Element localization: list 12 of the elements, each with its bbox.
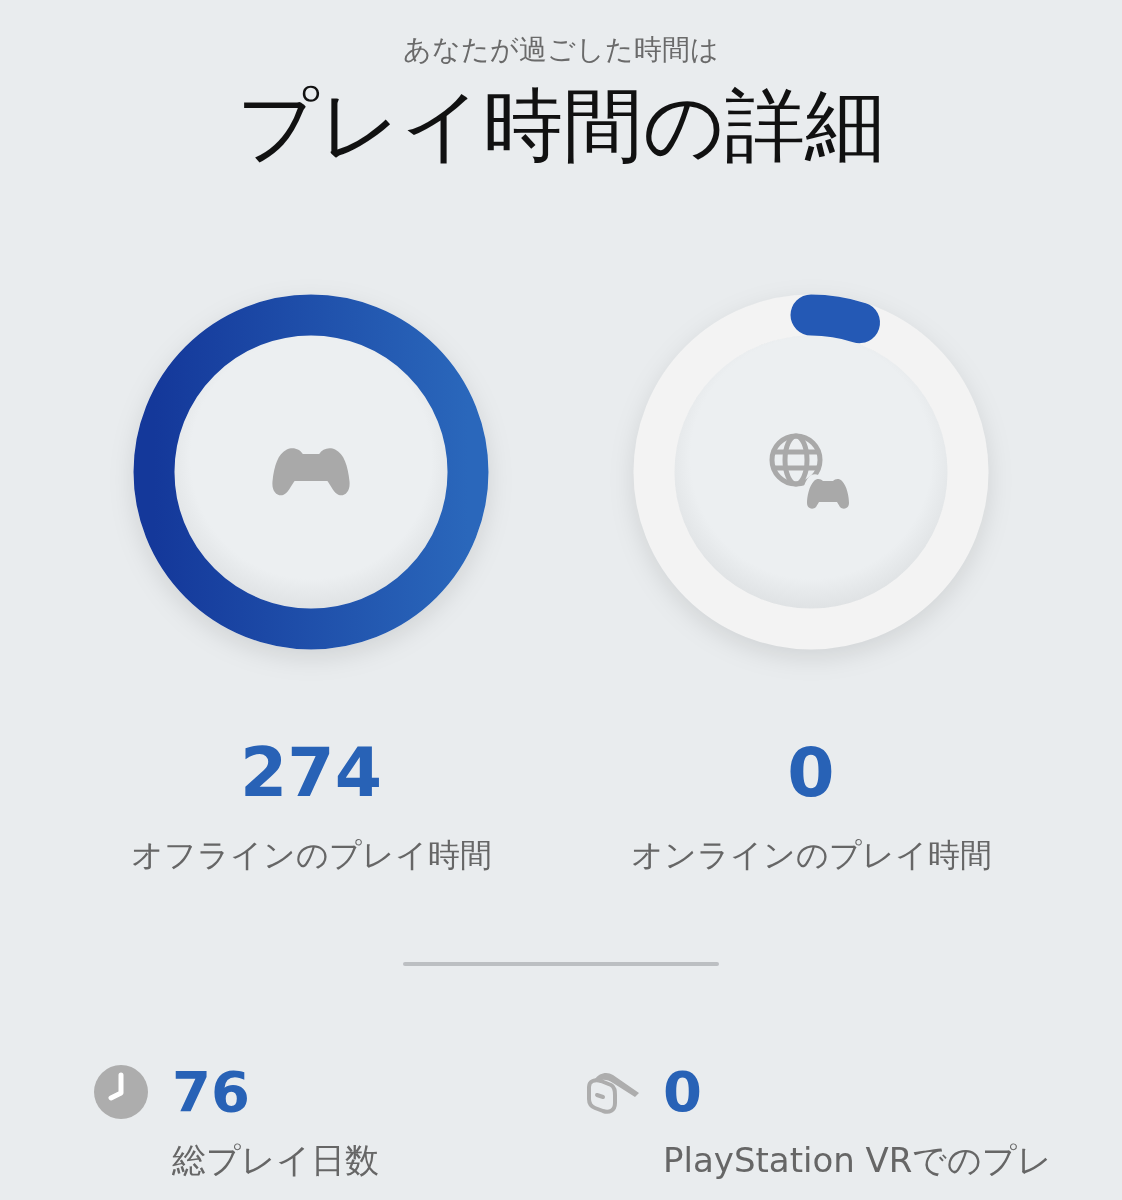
clock-icon — [94, 1065, 148, 1119]
play-time-label: オフラインのプレイ時間 — [130, 835, 492, 876]
subtitle: あなたが過ごした時間は — [403, 34, 719, 66]
stat-label: 総プレイ日数 — [172, 1139, 379, 1182]
gamepad-icon — [270, 447, 352, 497]
page-title: プレイ時間の詳細 — [237, 78, 885, 174]
stat-label: PlayStation VRでのプレ — [663, 1139, 1053, 1182]
stat-value: 0 — [663, 1062, 702, 1122]
play-time-value: 0 — [787, 736, 835, 810]
stat-value: 76 — [172, 1062, 250, 1122]
play-time-label: オンラインのプレイ時間 — [630, 835, 992, 876]
play-time-value: 274 — [240, 736, 382, 810]
